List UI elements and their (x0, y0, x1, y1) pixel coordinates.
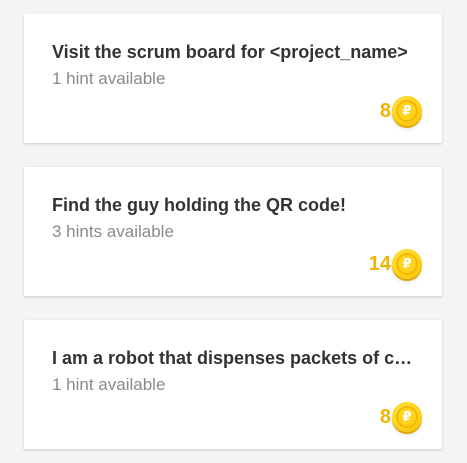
quest-title: I am a robot that dispenses packets of c… (52, 348, 420, 368)
coin-icon: ₽ (392, 402, 422, 432)
quest-card[interactable]: I am a robot that dispenses packets of c… (24, 320, 442, 449)
quest-reward: 8 ₽ (380, 402, 422, 432)
reward-points: 8 (379, 406, 391, 428)
quest-list: Visit the scrum board for <project_name>… (0, 0, 467, 463)
quest-hints-count: 1 hint available (52, 375, 166, 394)
coin-symbol: ₽ (396, 100, 418, 122)
coin-symbol: ₽ (396, 406, 418, 428)
reward-points: 8 (379, 100, 391, 122)
quest-hints-count: 3 hints available (52, 222, 174, 241)
reward-points: 14 (368, 253, 391, 275)
quest-card[interactable]: Visit the scrum board for <project_name>… (24, 14, 442, 143)
coin-icon: ₽ (392, 96, 422, 126)
quest-card[interactable]: Find the guy holding the QR code! 3 hint… (24, 167, 442, 296)
quest-hints-count: 1 hint available (52, 69, 166, 88)
quest-title: Find the guy holding the QR code! (52, 195, 346, 215)
coin-icon: ₽ (392, 249, 422, 279)
quest-reward: 8 ₽ (380, 96, 422, 126)
quest-reward: 14 ₽ (369, 249, 422, 279)
quest-title: Visit the scrum board for <project_name> (52, 42, 408, 62)
coin-symbol: ₽ (396, 253, 418, 275)
